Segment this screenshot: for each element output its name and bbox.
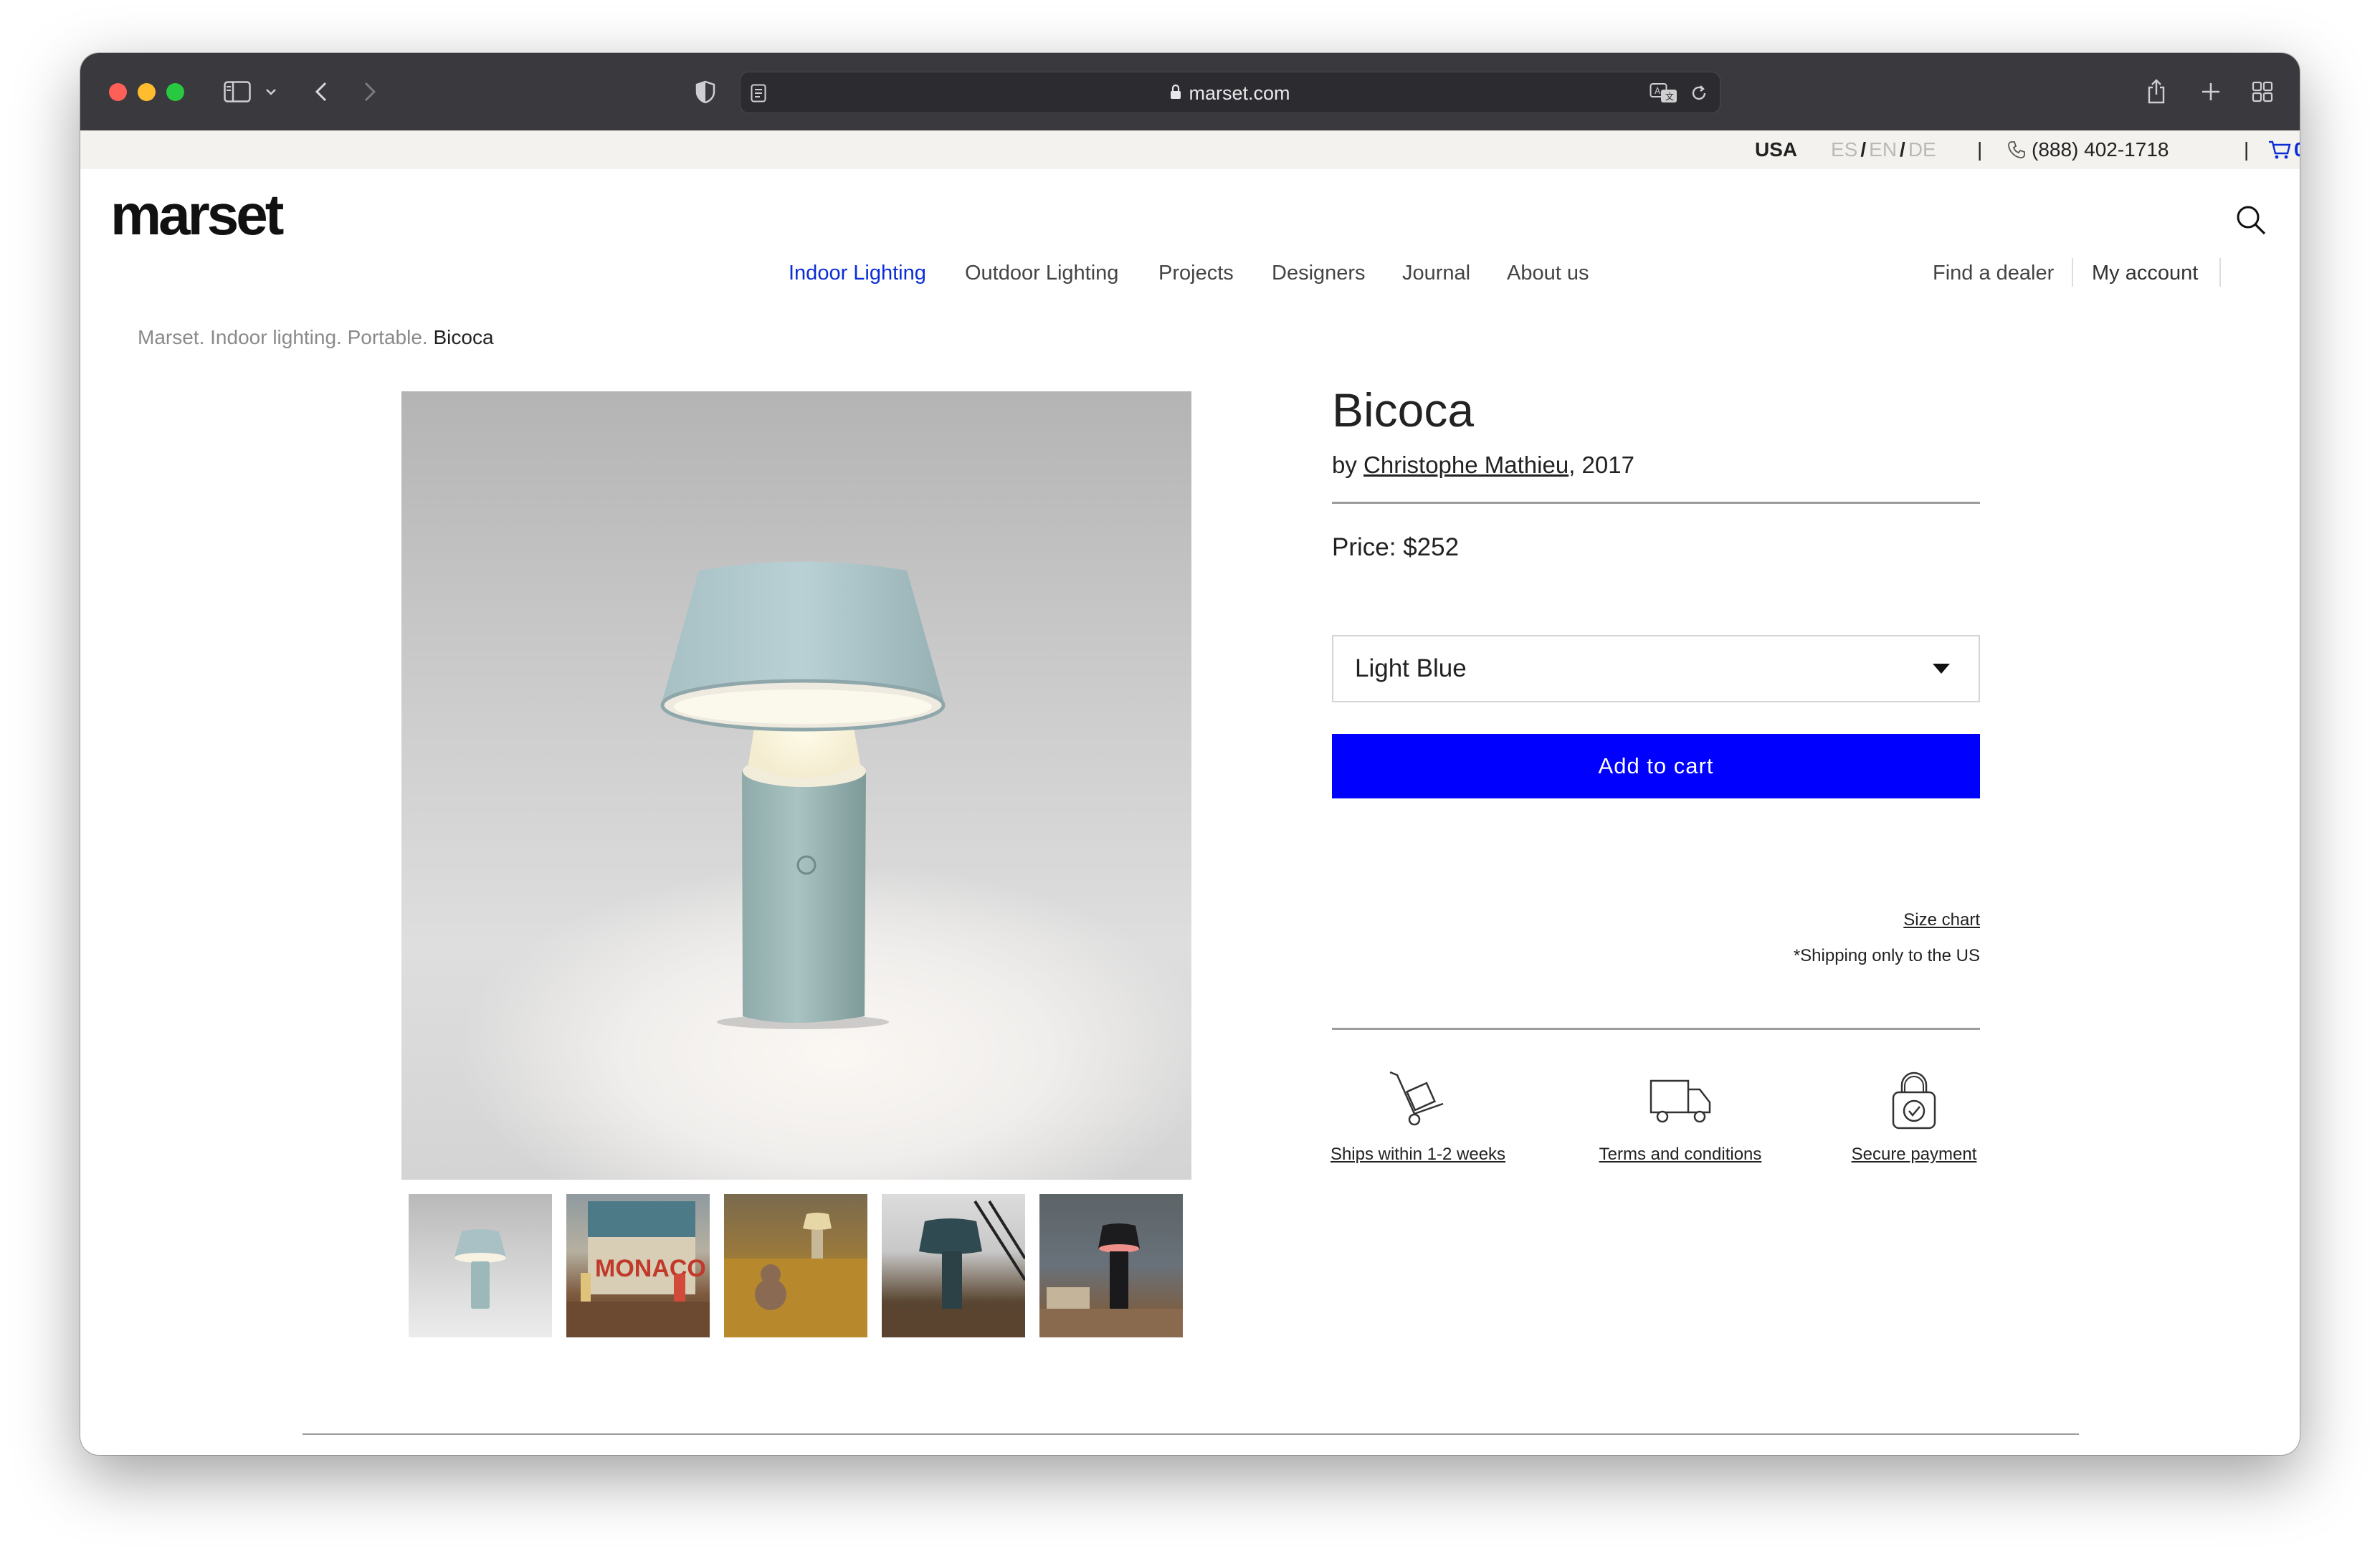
phone-icon [2007, 140, 2026, 159]
product-main-image[interactable] [401, 391, 1191, 1180]
zoom-window-button[interactable] [166, 83, 184, 101]
nav-projects[interactable]: Projects [1158, 254, 1234, 292]
cart-count: 0 [2294, 138, 2300, 161]
shipping-note: *Shipping only to the US [1793, 946, 1980, 965]
thumbnail-image[interactable] [724, 1194, 867, 1337]
language-de[interactable]: DE [1908, 138, 1936, 161]
delivery-truck-icon [1648, 1068, 1713, 1136]
browser-window: marset.com A文 USA ES / EN / DE | (888) 4… [80, 53, 2300, 1455]
hand-truck-icon [1386, 1068, 1450, 1136]
svg-text:文: 文 [1665, 91, 1674, 102]
country-selector[interactable]: USA [1755, 130, 1797, 169]
breadcrumb-item[interactable]: Indoor lighting [210, 326, 336, 349]
feature-label: Ships within 1-2 weeks [1330, 1145, 1506, 1164]
utility-bar: USA ES / EN / DE | (888) 402-1718 | 0 [80, 130, 2300, 169]
nav-designers[interactable]: Designers [1272, 254, 1366, 292]
divider [2219, 258, 2221, 287]
url-text: marset.com [1189, 82, 1290, 104]
find-dealer-link[interactable]: Find a dealer [1933, 254, 2054, 292]
color-select[interactable]: Light Blue [1332, 635, 1980, 702]
minimize-window-button[interactable] [138, 83, 156, 101]
new-tab-plus-icon[interactable] [2196, 75, 2225, 109]
chevron-down-icon [1933, 664, 1950, 674]
add-to-cart-button[interactable]: Add to cart [1332, 734, 1980, 798]
search-icon[interactable] [2235, 204, 2267, 239]
feature-terms[interactable]: Terms and conditions [1589, 1068, 1772, 1165]
feature-secure-payment[interactable]: Secure payment [1848, 1068, 1980, 1165]
feature-shipping[interactable]: Ships within 1-2 weeks [1330, 1068, 1506, 1165]
thumbnail-gallery: MONACO [409, 1194, 1183, 1337]
address-bar[interactable]: marset.com A文 [740, 72, 1720, 113]
language-en[interactable]: EN [1869, 138, 1897, 161]
reload-icon[interactable] [1690, 84, 1708, 106]
privacy-shield-icon[interactable] [691, 75, 720, 109]
divider [1332, 502, 1980, 504]
lock-icon [1170, 82, 1181, 105]
designer-link[interactable]: Christophe Mathieu [1363, 452, 1569, 478]
my-account-link[interactable]: My account [2092, 254, 2198, 292]
thumbnail-image[interactable] [409, 1194, 552, 1337]
breadcrumb: Marset. Indoor lighting. Portable. Bicoc… [138, 326, 494, 349]
color-select-value: Light Blue [1355, 654, 1467, 682]
phone-number: (888) 402-1718 [2032, 138, 2169, 161]
product-byline: by Christophe Mathieu, 2017 [1332, 452, 1634, 478]
language-es[interactable]: ES [1831, 138, 1857, 161]
nav-outdoor-lighting[interactable]: Outdoor Lighting [965, 254, 1118, 292]
feature-label: Secure payment [1851, 1145, 1977, 1164]
chevron-down-icon[interactable] [262, 75, 280, 109]
thumbnail-image[interactable] [882, 1194, 1025, 1337]
tab-overview-icon[interactable] [2248, 75, 2277, 109]
marset-logo[interactable]: marset [110, 182, 284, 248]
sidebar-toggle-icon[interactable] [221, 75, 254, 109]
phone-link[interactable]: (888) 402-1718 [2007, 130, 2169, 169]
feature-label: Terms and conditions [1599, 1145, 1762, 1164]
breadcrumb-current: Bicoca [433, 326, 494, 348]
size-chart-link[interactable]: Size chart [1903, 910, 1980, 930]
secure-lock-icon [1882, 1068, 1946, 1136]
cart-link[interactable]: 0 [2268, 130, 2300, 169]
svg-text:A: A [1655, 86, 1661, 96]
divider [303, 1433, 2079, 1435]
thumbnail-image[interactable] [1039, 1194, 1183, 1337]
breadcrumb-item[interactable]: Marset [138, 326, 199, 349]
forward-arrow-icon[interactable] [357, 75, 383, 109]
cart-icon [2268, 140, 2291, 160]
nav-indoor-lighting[interactable]: Indoor Lighting [789, 254, 926, 292]
translate-icon[interactable]: A文 [1650, 82, 1678, 108]
nav-journal[interactable]: Journal [1402, 254, 1470, 292]
back-arrow-icon[interactable] [308, 75, 334, 109]
language-switcher: ES / EN / DE [1831, 138, 1936, 161]
nav-about-us[interactable]: About us [1507, 254, 1589, 292]
divider: | [1977, 138, 1983, 161]
breadcrumb-item[interactable]: Portable [348, 326, 422, 349]
close-window-button[interactable] [109, 83, 127, 101]
product-price: Price: $252 [1332, 533, 1460, 561]
divider [2072, 258, 2073, 287]
thumbnail-image[interactable]: MONACO [566, 1194, 710, 1337]
share-icon[interactable] [2142, 75, 2171, 109]
divider: | [2244, 138, 2250, 161]
divider [1332, 1028, 1980, 1030]
thumbnail-poster-text: MONACO [595, 1255, 706, 1282]
browser-toolbar: marset.com A文 [80, 53, 2300, 130]
product-title: Bicoca [1332, 383, 1475, 436]
